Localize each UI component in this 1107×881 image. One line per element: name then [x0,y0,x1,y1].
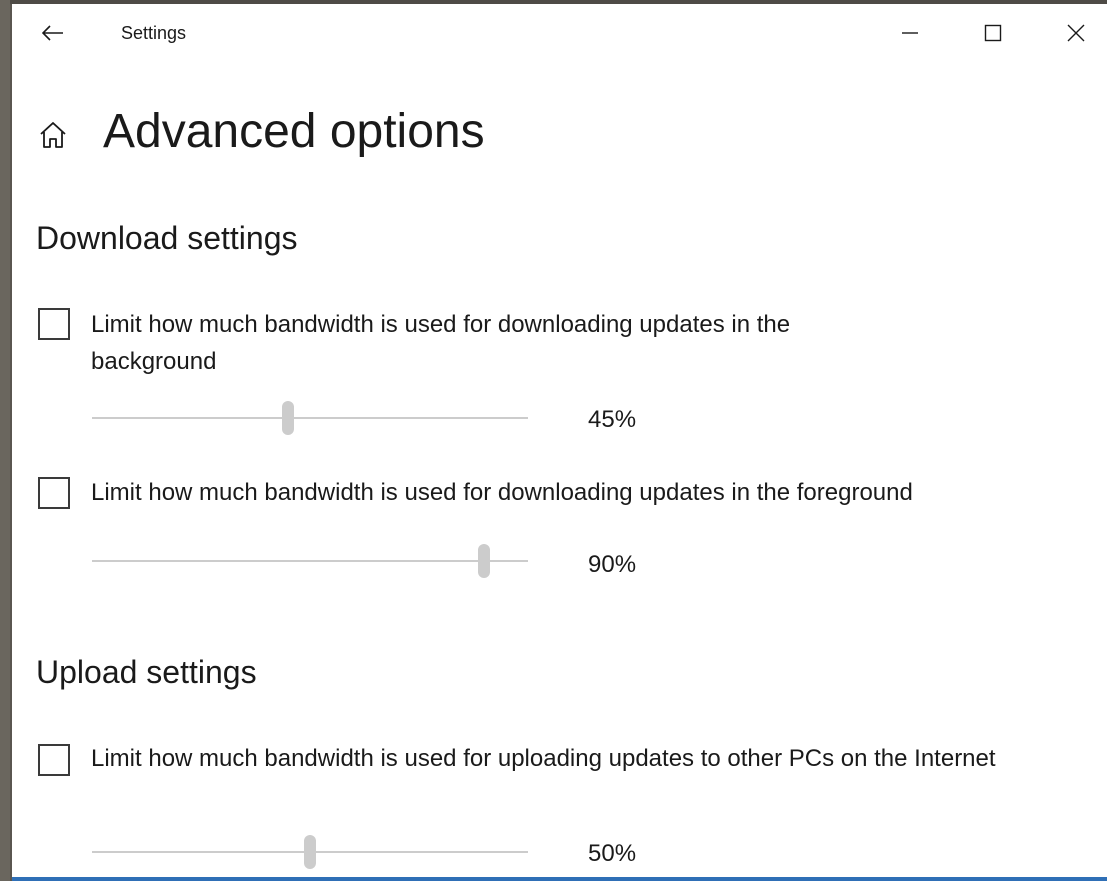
maximize-icon [984,24,1002,42]
minimize-icon [902,32,918,34]
settings-window: Settings Advanced options Download setti… [12,4,1107,879]
slider-track [92,560,528,562]
download-background-label: Limit how much bandwidth is used for dow… [91,311,791,375]
app-title: Settings [121,23,187,43]
minimize-button[interactable] [887,14,933,52]
download-foreground-slider[interactable] [92,544,528,578]
upload-settings-heading: Upload settings [36,654,257,690]
slider-track [92,417,528,419]
title-bar: Settings [12,4,1107,62]
close-icon [1067,24,1085,42]
download-foreground-value: 90% [588,551,637,578]
slider-thumb[interactable] [282,401,295,435]
upload-internet-label: Limit how much bandwidth is used for upl… [91,745,996,772]
download-foreground-checkbox[interactable] [38,477,70,509]
desktop-edge-left [0,0,10,881]
slider-thumb[interactable] [478,544,491,578]
upload-internet-value: 50% [588,840,637,867]
taskbar-edge [12,877,1107,881]
download-background-checkbox[interactable] [38,308,70,340]
download-foreground-label: Limit how much bandwidth is used for dow… [91,479,913,506]
slider-thumb[interactable] [304,835,316,869]
back-button[interactable] [36,18,70,48]
download-settings-heading: Download settings [36,220,298,256]
maximize-button[interactable] [970,14,1016,52]
download-background-slider[interactable] [92,401,528,435]
upload-internet-slider[interactable] [92,835,528,869]
home-icon [40,122,66,148]
download-background-value: 45% [588,406,637,433]
close-button[interactable] [1053,14,1099,52]
arrow-left-icon [42,25,63,41]
upload-internet-checkbox[interactable] [38,744,70,776]
page-title: Advanced options [103,105,485,158]
